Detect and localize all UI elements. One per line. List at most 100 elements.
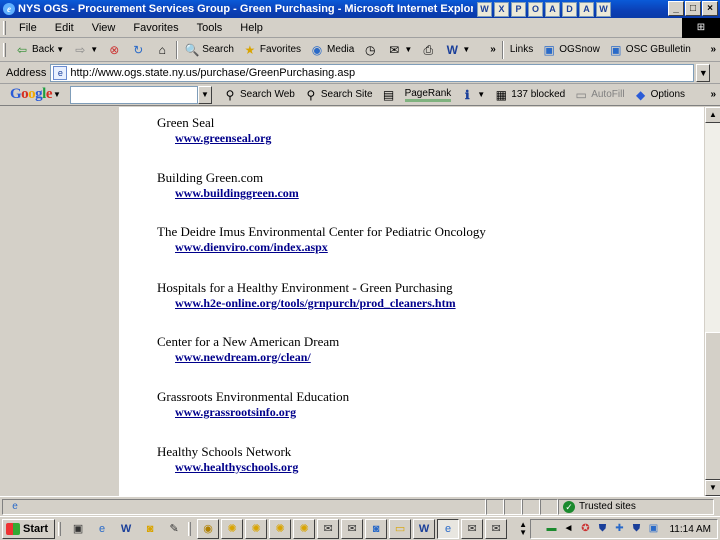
resource-link[interactable]: www.grassrootsinfo.org <box>175 405 349 420</box>
google-logo[interactable]: Google <box>10 86 53 103</box>
search-web-button[interactable]: ⚲ Search Web <box>218 84 299 106</box>
taskbar-scroll-icon[interactable]: ▲ ▼ <box>515 520 531 537</box>
status-pane <box>522 498 540 515</box>
task-button-ie-icon[interactable]: e <box>437 518 460 539</box>
antivirus-icon[interactable]: ✪ <box>578 522 592 536</box>
history-button[interactable]: ◷ <box>358 39 382 61</box>
media-label: Media <box>327 44 355 55</box>
task-button-burst-icon[interactable]: ✺ <box>221 518 244 539</box>
address-input[interactable]: e http://www.ogs.state.ny.us/purchase/Gr… <box>50 63 695 82</box>
task-button-burst-icon[interactable]: ✺ <box>293 518 316 539</box>
back-button[interactable]: ⇦ Back ▼ <box>10 39 68 61</box>
resource-link[interactable]: www.greenseal.org <box>175 131 271 146</box>
home-button[interactable]: ⌂ <box>150 39 174 61</box>
resource-link[interactable]: www.healthyschools.org <box>175 460 298 475</box>
menu-file[interactable]: File <box>10 22 46 34</box>
menu-help[interactable]: Help <box>231 22 272 34</box>
chevron-down-icon[interactable]: ▼ <box>56 42 64 58</box>
task-button-word-icon[interactable]: W <box>413 518 436 539</box>
volume-icon[interactable]: ◄ <box>561 522 575 536</box>
media-button[interactable]: ◉ Media <box>305 39 358 61</box>
menu-bar: File Edit View Favorites Tools Help ⊞ <box>0 18 720 38</box>
chevron-down-icon[interactable]: ▼ <box>462 42 470 58</box>
chevron-down-icon[interactable]: ▼ <box>90 42 98 58</box>
scroll-down-button[interactable]: ▼ <box>705 480 720 496</box>
shield-icon[interactable]: ⛊ <box>595 522 609 536</box>
clock[interactable]: 11:14 AM <box>669 524 711 535</box>
tray-app-icon[interactable]: ⛊ <box>629 522 643 536</box>
quicklaunch-outlook-icon[interactable]: ◙ <box>139 519 161 539</box>
pagerank-button[interactable]: PageRank <box>401 84 456 106</box>
task-button-folder-icon[interactable]: ▭ <box>389 518 412 539</box>
outlook-icon[interactable]: O <box>528 1 543 17</box>
start-button[interactable]: Start <box>2 518 56 539</box>
access-icon[interactable]: A <box>545 1 560 17</box>
menu-grip[interactable] <box>3 20 6 35</box>
popup-blocker-icon: ▦ <box>495 87 507 102</box>
google-search-input[interactable] <box>70 85 199 104</box>
excel-icon[interactable]: X <box>494 1 509 17</box>
chevron-down-icon[interactable]: ▼ <box>477 87 485 103</box>
info-button[interactable]: ℹ ▼ <box>455 84 489 106</box>
close-button[interactable]: × <box>702 1 718 16</box>
task-button-app-icon[interactable]: ◉ <box>197 518 220 539</box>
menu-tools[interactable]: Tools <box>188 22 232 34</box>
favorites-button[interactable]: ★ Favorites <box>238 39 305 61</box>
quicklaunch-word-icon[interactable]: W <box>115 519 137 539</box>
stop-button[interactable]: ⊗ <box>102 39 126 61</box>
google-search-dropdown[interactable]: ▼ <box>198 85 213 104</box>
resource-link[interactable]: www.newdream.org/clean/ <box>175 350 339 365</box>
scroll-thumb[interactable] <box>705 332 720 480</box>
task-button-mail-icon[interactable]: ✉ <box>341 518 364 539</box>
links-more-chevron[interactable]: » <box>706 39 720 61</box>
task-button-mail-icon[interactable]: ✉ <box>485 518 508 539</box>
options-button[interactable]: ◆ Options <box>629 84 689 106</box>
menu-favorites[interactable]: Favorites <box>124 22 187 34</box>
task-button-burst-icon[interactable]: ✺ <box>245 518 268 539</box>
links-label[interactable]: Links <box>506 39 537 61</box>
refresh-button[interactable]: ↻ <box>126 39 150 61</box>
address-dropdown-button[interactable]: ▼ <box>696 63 711 82</box>
address-url[interactable]: http://www.ogs.state.ny.us/purchase/Gree… <box>70 67 355 79</box>
print-button[interactable]: ⎙ <box>416 39 440 61</box>
resource-link[interactable]: www.dienviro.com/index.aspx <box>175 240 486 255</box>
word-icon[interactable]: W <box>477 1 492 17</box>
menu-view[interactable]: View <box>83 22 125 34</box>
resource-link[interactable]: www.h2e-online.org/tools/grnpurch/prod_c… <box>175 296 456 311</box>
task-button-mail-icon[interactable]: ✉ <box>461 518 484 539</box>
chevron-down-icon[interactable]: ▼ <box>404 42 412 58</box>
google-more-chevron[interactable]: » <box>706 84 720 106</box>
tray-app-icon[interactable]: ▣ <box>646 522 660 536</box>
task-button-outlook-icon[interactable]: ◙ <box>365 518 388 539</box>
autofill-button[interactable]: ▭ AutoFill <box>569 84 628 106</box>
vertical-scrollbar[interactable]: ▲ ▼ <box>704 107 720 496</box>
wordpad-icon[interactable]: W <box>596 1 611 17</box>
edit-button[interactable]: W ▼ <box>440 39 474 61</box>
search-site-button[interactable]: ⚲ Search Site <box>299 84 377 106</box>
scroll-up-button[interactable]: ▲ <box>705 107 720 123</box>
acrobat-icon[interactable]: A <box>579 1 594 17</box>
link-osc-gbulletin[interactable]: ▣ OSC GBulletin <box>604 39 695 61</box>
link-ogsnow[interactable]: ▣ OGSnow <box>537 39 604 61</box>
task-button-burst-icon[interactable]: ✺ <box>269 518 292 539</box>
resource-link[interactable]: www.buildinggreen.com <box>175 186 299 201</box>
quicklaunch-desktop-icon[interactable]: ▣ <box>67 519 89 539</box>
powerpoint-icon[interactable]: P <box>511 1 526 17</box>
page-info-button[interactable]: ▤ <box>377 84 401 106</box>
task-button-mail-icon[interactable]: ✉ <box>317 518 340 539</box>
toolbar-more-chevron[interactable]: » <box>486 39 500 61</box>
menu-edit[interactable]: Edit <box>46 22 83 34</box>
search-button[interactable]: 🔍 Search <box>180 39 238 61</box>
quicklaunch-app-icon[interactable]: ✎ <box>163 519 185 539</box>
mail-button[interactable]: ✉ ▼ <box>382 39 416 61</box>
update-icon[interactable]: ✚ <box>612 522 626 536</box>
maximize-button[interactable]: □ <box>685 1 701 16</box>
popup-blocker-button[interactable]: ▦ 137 blocked <box>489 84 569 106</box>
minimize-button[interactable]: _ <box>668 1 684 16</box>
forward-button[interactable]: ⇨ ▼ <box>68 39 102 61</box>
quicklaunch-ie-icon[interactable]: e <box>91 519 113 539</box>
google-menu-chevron-icon[interactable]: ▼ <box>52 87 62 103</box>
network-icon[interactable]: ▬ <box>544 522 558 536</box>
toolbar-grip[interactable] <box>3 42 6 57</box>
document-icon[interactable]: D <box>562 1 577 17</box>
